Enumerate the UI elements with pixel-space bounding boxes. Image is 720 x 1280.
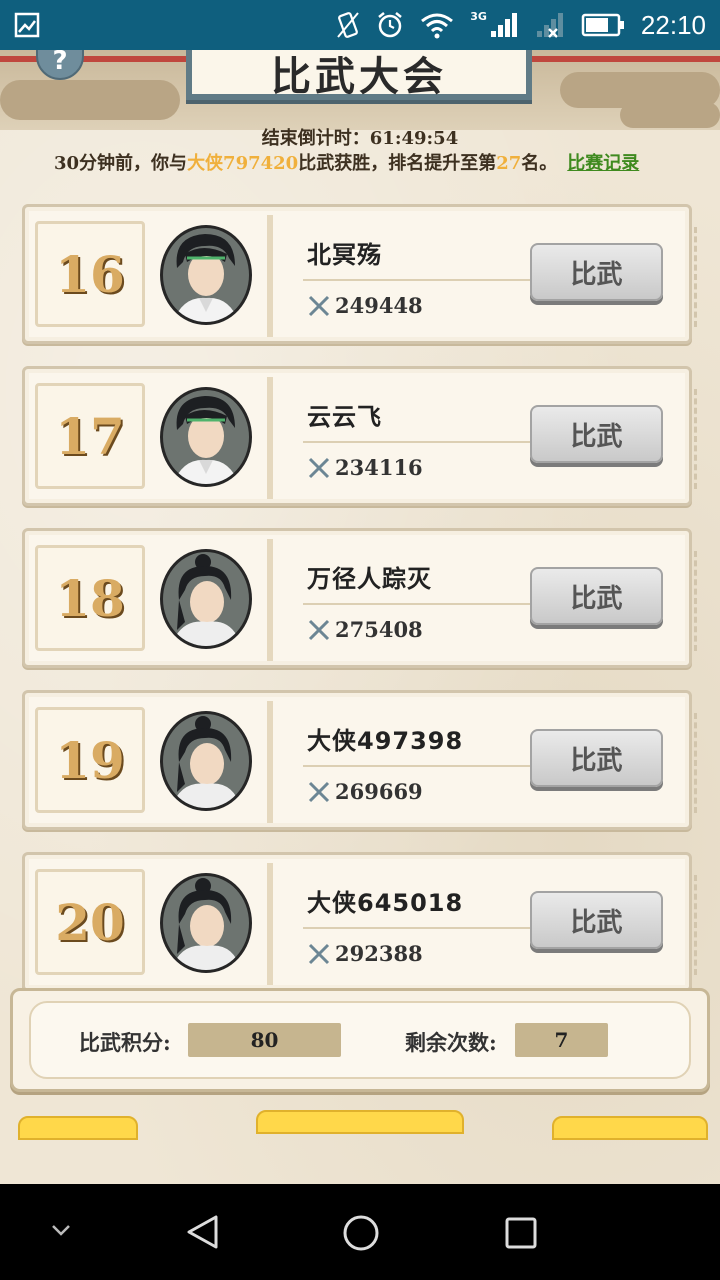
wifi-icon: [421, 13, 454, 39]
player-name: 北冥殇: [307, 241, 382, 269]
score-label: 比武积分:: [79, 1030, 171, 1055]
challenge-button[interactable]: 比武: [530, 243, 663, 301]
rank-number: 16: [55, 244, 125, 304]
rank-number: 18: [55, 568, 125, 628]
combat-power: 269669: [307, 779, 423, 804]
rank-number-box: 16: [35, 221, 145, 327]
image-icon: [14, 12, 40, 38]
countdown-value: 61:49:54: [369, 128, 459, 149]
challenge-button[interactable]: 比武: [530, 405, 663, 463]
score-value: 80: [188, 1023, 341, 1057]
combat-power: 234116: [307, 455, 423, 480]
card-edge: [685, 389, 697, 489]
challenge-button[interactable]: 比武: [530, 729, 663, 787]
challenge-button[interactable]: 比武: [530, 891, 663, 949]
status-bar: 3G 22:10: [0, 0, 720, 50]
card-edge: [685, 551, 697, 651]
avatar[interactable]: [160, 873, 252, 973]
remaining-label: 剩余次数:: [405, 1030, 497, 1055]
clock: 22:10: [640, 9, 706, 40]
avatar[interactable]: [160, 225, 252, 325]
stats-panel-inner: 比武积分: 80 剩余次数: 7: [29, 1001, 691, 1079]
rank-card: 19 大侠497398 269669 比武: [22, 690, 697, 830]
notice-text: 比武获胜，排名提升至第: [298, 153, 497, 174]
home-icon[interactable]: [342, 1214, 380, 1252]
notice-opponent: 大侠797420: [187, 153, 299, 174]
stats-panel: 比武积分: 80 剩余次数: 7: [10, 988, 710, 1092]
player-name: 万径人踪灭: [307, 565, 432, 593]
rank-number-box: 19: [35, 707, 145, 813]
card-edge: [685, 227, 697, 327]
player-name: 大侠645018: [307, 889, 464, 917]
power-value: 292388: [335, 941, 423, 966]
rank-card: 17 云云飞 234116 比武: [22, 366, 697, 506]
rank-number: 19: [55, 730, 125, 790]
crossed-swords-icon: [308, 619, 330, 640]
card-edge: [685, 713, 697, 813]
bottom-tab-button-left[interactable]: [18, 1116, 138, 1140]
rank-card: 18 万径人踪灭 275408 比武: [22, 528, 697, 668]
back-icon[interactable]: [184, 1214, 220, 1250]
rank-number: 20: [55, 892, 125, 952]
player-name: 大侠497398: [307, 727, 464, 755]
alarm-icon: [378, 12, 403, 38]
page-title: 比武大会: [271, 53, 447, 100]
network-type-label: 3G: [470, 9, 487, 23]
remaining-value: 7: [515, 1023, 608, 1057]
bottom-tab-button-center[interactable]: [256, 1110, 464, 1134]
battery-icon: [581, 13, 624, 37]
power-value: 275408: [335, 617, 423, 642]
signal-icon: [490, 13, 517, 37]
player-name: 云云飞: [307, 403, 382, 431]
rank-number: 17: [55, 406, 125, 466]
game-screen: ? 比武大会 结束倒计时：61:49:54 30分钟前，你与大侠797420比武…: [0, 50, 720, 1184]
notice-text: 名。: [521, 153, 558, 174]
vibrate-icon: [337, 12, 360, 38]
rank-number-box: 20: [35, 869, 145, 975]
rank-number-box: 18: [35, 545, 145, 651]
rank-card: 20 大侠645018 292388 比武: [22, 852, 697, 992]
battle-record-link[interactable]: 比赛记录: [567, 153, 639, 174]
avatar[interactable]: [160, 549, 252, 649]
rank-card: 16 北冥殇 249448 比武: [22, 204, 697, 344]
combat-power: 275408: [307, 617, 423, 642]
combat-power: 292388: [307, 941, 423, 966]
notice-text: 30分钟前，你与: [54, 153, 188, 174]
combat-power: 249448: [307, 293, 423, 318]
power-value: 269669: [335, 779, 423, 804]
navigation-bar: [0, 1184, 720, 1280]
countdown-label: 结束倒计时：: [261, 128, 370, 149]
battle-notice: 30分钟前，你与大侠797420比武获胜，排名提升至第27名。 比赛记录: [54, 149, 694, 175]
crossed-swords-icon: [308, 457, 330, 478]
rank-number-box: 17: [35, 383, 145, 489]
recent-apps-icon[interactable]: [504, 1216, 538, 1250]
countdown: 结束倒计时：61:49:54: [0, 124, 720, 150]
power-value: 249448: [335, 293, 423, 318]
power-value: 234116: [335, 455, 423, 480]
title-plaque: 比武大会: [186, 50, 532, 100]
avatar[interactable]: [160, 711, 252, 811]
cloud-decoration: [0, 80, 180, 120]
crossed-swords-icon: [308, 943, 330, 964]
crossed-swords-icon: [308, 295, 330, 316]
challenge-button[interactable]: 比武: [530, 567, 663, 625]
notice-rank: 27: [496, 153, 522, 174]
avatar[interactable]: [160, 387, 252, 487]
bottom-tab-button-right[interactable]: [552, 1116, 708, 1140]
card-edge: [685, 875, 697, 975]
hide-keyboard-icon[interactable]: [50, 1222, 72, 1238]
no-signal-icon: [536, 13, 563, 38]
crossed-swords-icon: [308, 781, 330, 802]
